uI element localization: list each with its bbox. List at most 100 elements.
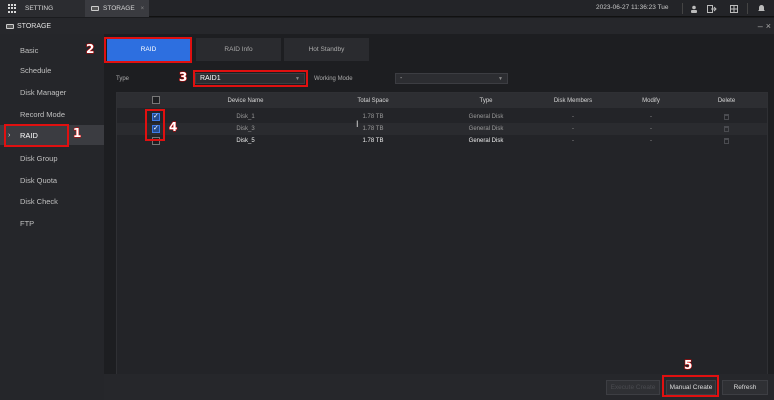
chevron-down-icon: ▼ [498, 75, 503, 82]
working-mode-value: - [400, 75, 403, 82]
tab-setting-label: SETTING [25, 5, 54, 12]
device-name-cell: Disk_3 [236, 126, 255, 132]
modify-cell: - [650, 138, 652, 144]
sidebar-item-label: RAID [20, 130, 38, 140]
sidebar-item-schedule[interactable]: Schedule [0, 60, 104, 80]
type-select[interactable]: RAID1 ▼ [195, 73, 305, 84]
hard-disk-icon [6, 23, 14, 29]
hard-disk-icon [91, 6, 99, 11]
column-header-delete: Delete [717, 97, 736, 104]
close-button[interactable]: × [766, 21, 771, 31]
sidebar-item-label: Basic [20, 45, 39, 55]
footer-bar: Execute Create Manual Create Refresh [104, 374, 774, 400]
manual-create-button[interactable]: Manual Create [666, 380, 716, 395]
sidebar-item-label: Disk Manager [20, 87, 67, 97]
sidebar-item-ftp[interactable]: FTP [0, 213, 104, 233]
sidebar-item-record-mode[interactable]: Record Mode [0, 104, 104, 124]
datetime: 2023-06-27 11:36:23 Tue [596, 4, 669, 11]
top-bar: SETTING STORAGE × 2023-06-27 11:36:23 Tu… [0, 0, 774, 17]
trash-icon[interactable] [724, 138, 729, 144]
working-mode-label: Working Mode [314, 76, 353, 82]
device-name-cell: Disk_1 [236, 114, 255, 120]
row-checkbox[interactable] [152, 112, 160, 121]
sidebar-item-label: Record Mode [20, 109, 66, 119]
tab-hot-standby[interactable]: Hot Standby [284, 38, 369, 61]
tab-raid-info[interactable]: RAID Info [196, 38, 281, 61]
grid-menu-icon [8, 4, 17, 13]
table-row[interactable]: Disk_3 1.78 TB General Disk - - [117, 123, 767, 135]
sidebar-item-label: Disk Group [20, 153, 58, 163]
modify-cell: - [650, 126, 652, 132]
table-row[interactable]: Disk_1 1.78 TB General Disk - - [117, 111, 767, 123]
disk-table: Device Name Total Space Type Disk Member… [116, 92, 768, 390]
modify-cell: - [650, 114, 652, 120]
device-name-cell: Disk_5 [236, 138, 255, 144]
working-mode-select[interactable]: - ▼ [395, 73, 508, 84]
trash-icon[interactable] [724, 126, 729, 132]
column-header-type: Type [479, 97, 493, 104]
divider [682, 3, 683, 14]
type-select-value: RAID1 [200, 75, 221, 82]
divider [747, 3, 748, 14]
delete-cell [686, 135, 767, 147]
type-cell: General Disk [468, 126, 504, 132]
window-title-bar: STORAGE – × [0, 18, 774, 34]
sidebar-item-disk-quota[interactable]: Disk Quota [0, 170, 104, 190]
tab-storage-label: STORAGE [103, 5, 135, 12]
column-header-modify: Modify [642, 97, 660, 104]
step-number-3: 3 [178, 70, 188, 85]
minimize-button[interactable]: – [758, 21, 763, 31]
row-checkbox[interactable] [152, 124, 160, 133]
total-space-cell: 1.78 TB [362, 126, 384, 132]
type-label: Type [116, 76, 130, 82]
sidebar-item-disk-group[interactable]: Disk Group [0, 148, 104, 168]
type-cell: General Disk [468, 138, 504, 144]
disk-members-cell: - [572, 114, 574, 120]
chevron-down-icon: ▼ [295, 75, 300, 82]
sidebar-item-disk-manager[interactable]: Disk Manager [0, 82, 104, 102]
total-space-cell: 1.78 TB [362, 138, 384, 144]
sidebar-item-label: Disk Quota [20, 175, 58, 185]
window-layout-icon[interactable] [726, 2, 742, 15]
row-checkbox[interactable] [152, 137, 160, 145]
refresh-button[interactable]: Refresh [722, 380, 768, 395]
chevron-right-icon: › [8, 131, 11, 139]
disk-members-cell: - [572, 126, 574, 132]
trash-icon[interactable] [724, 114, 729, 120]
close-tab-icon[interactable]: × [141, 6, 145, 12]
tab-bar: RAID RAID Info Hot Standby [104, 38, 774, 61]
column-header-total-space: Total Space [357, 97, 389, 104]
table-header: Device Name Total Space Type Disk Member… [117, 93, 767, 108]
step-number-4: 4 [168, 120, 178, 135]
step-number-2: 2 [85, 42, 95, 57]
sidebar-item-label: Disk Check [20, 196, 58, 206]
column-header-device-name: Device Name [227, 97, 264, 104]
sidebar-item-label: Schedule [20, 65, 52, 75]
tab-label: Hot Standby [308, 46, 345, 53]
step-number-1: 1 [72, 126, 82, 141]
execute-create-button[interactable]: Execute Create [606, 380, 660, 395]
type-cell: General Disk [468, 114, 504, 120]
sidebar-item-raid[interactable]: › RAID [0, 125, 104, 145]
tab-storage[interactable]: STORAGE × [85, 0, 149, 17]
table-row[interactable]: Disk_5 1.78 TB General Disk - - [117, 135, 767, 147]
select-all-checkbox[interactable] [152, 96, 160, 104]
user-icon[interactable] [686, 2, 702, 15]
tab-raid[interactable]: RAID [107, 38, 190, 61]
text-cursor-icon: I [356, 119, 359, 129]
sidebar: Basic Schedule Disk Manager Record Mode … [0, 34, 104, 400]
tab-setting[interactable]: SETTING [0, 0, 85, 17]
tab-label: RAID Info [224, 46, 253, 53]
notification-icon[interactable] [753, 2, 769, 15]
disk-members-cell: - [572, 138, 574, 144]
tab-label: RAID [140, 46, 157, 53]
logout-icon[interactable] [704, 2, 720, 15]
total-space-cell: 1.78 TB [362, 114, 384, 120]
sidebar-item-label: FTP [20, 218, 35, 228]
sidebar-item-disk-check[interactable]: Disk Check [0, 191, 104, 211]
column-header-disk-members: Disk Members [553, 97, 593, 104]
delete-cell [686, 123, 767, 135]
delete-cell [686, 111, 767, 123]
main-panel: RAID RAID Info Hot Standby Type RAID1 ▼ … [104, 34, 774, 400]
page-title: STORAGE [17, 22, 52, 30]
